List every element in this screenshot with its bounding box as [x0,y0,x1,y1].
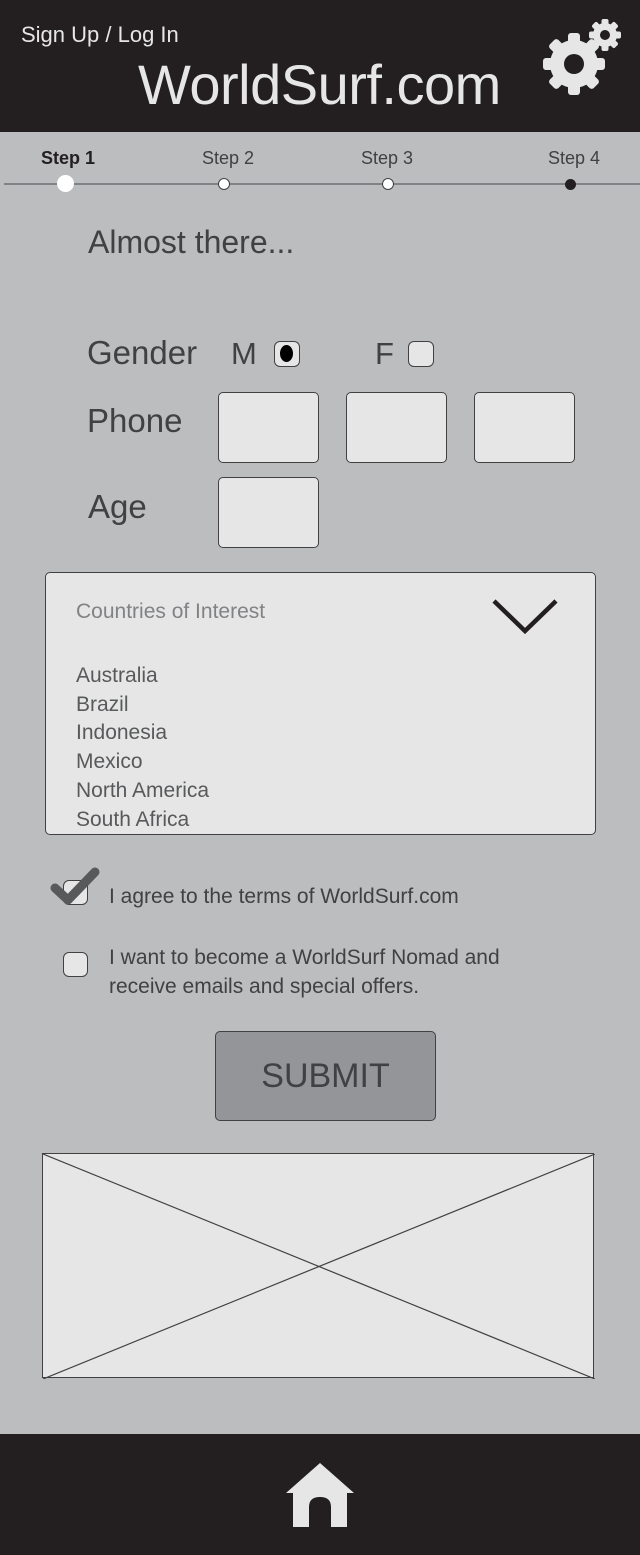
age-label: Age [88,488,147,525]
gear-icon[interactable] [540,18,624,98]
image-placeholder-icon [42,1153,595,1379]
countries-dropdown-placeholder: Countries of Interest [76,600,266,623]
step-1-dot [57,175,74,192]
brand-logo-text[interactable]: WorldSurf.com [138,52,501,117]
nomad-label-line-2: receive emails and special offers. [109,975,420,998]
gender-m-radio[interactable] [274,341,300,367]
step-1-label[interactable]: Step 1 [41,148,95,169]
country-option-south-africa[interactable]: South Africa [76,806,595,835]
progress-steps: Step 1 Step 2 Step 3 Step 4 [0,132,640,202]
country-option-indonesia[interactable]: Indonesia [76,719,595,748]
nomad-checkbox[interactable] [63,952,88,977]
age-field[interactable] [218,477,319,548]
step-4-dot [565,179,576,190]
gender-label: Gender [87,334,198,371]
app-footer [0,1434,640,1555]
radio-selected-dot [280,345,293,362]
gender-f-label: F [375,336,394,371]
step-2-dot [218,178,230,190]
page-title: Almost there... [88,224,295,260]
progress-line [4,183,640,185]
step-2-label[interactable]: Step 2 [202,148,254,169]
country-option-australia[interactable]: Australia [76,662,595,691]
gender-m-label: M [231,336,257,371]
countries-dropdown[interactable]: Countries of Interest [45,572,596,657]
phone-prefix-field[interactable] [346,392,447,463]
terms-label: I agree to the terms of WorldSurf.com [109,885,459,908]
signup-login-link[interactable]: Sign Up / Log In [21,22,179,48]
checkmark-icon [50,866,102,910]
country-option-north-america[interactable]: North America [76,777,595,806]
nomad-label-line-1: I want to become a WorldSurf Nomad and [109,946,500,969]
countries-options-list: Australia Brazil Indonesia Mexico North … [45,656,596,835]
app-header: Sign Up / Log In WorldSurf.com [0,0,640,132]
phone-line-field[interactable] [474,392,575,463]
phone-label: Phone [87,402,183,439]
country-option-mexico[interactable]: Mexico [76,748,595,777]
step-4-label[interactable]: Step 4 [548,148,600,169]
submit-button[interactable]: SUBMIT [215,1031,436,1121]
step-3-label[interactable]: Step 3 [361,148,413,169]
phone-area-code-field[interactable] [218,392,319,463]
gender-f-radio[interactable] [408,341,434,367]
chevron-down-icon[interactable] [491,597,559,635]
home-icon[interactable] [285,1461,355,1529]
country-option-brazil[interactable]: Brazil [76,691,595,720]
step-3-dot [382,178,394,190]
